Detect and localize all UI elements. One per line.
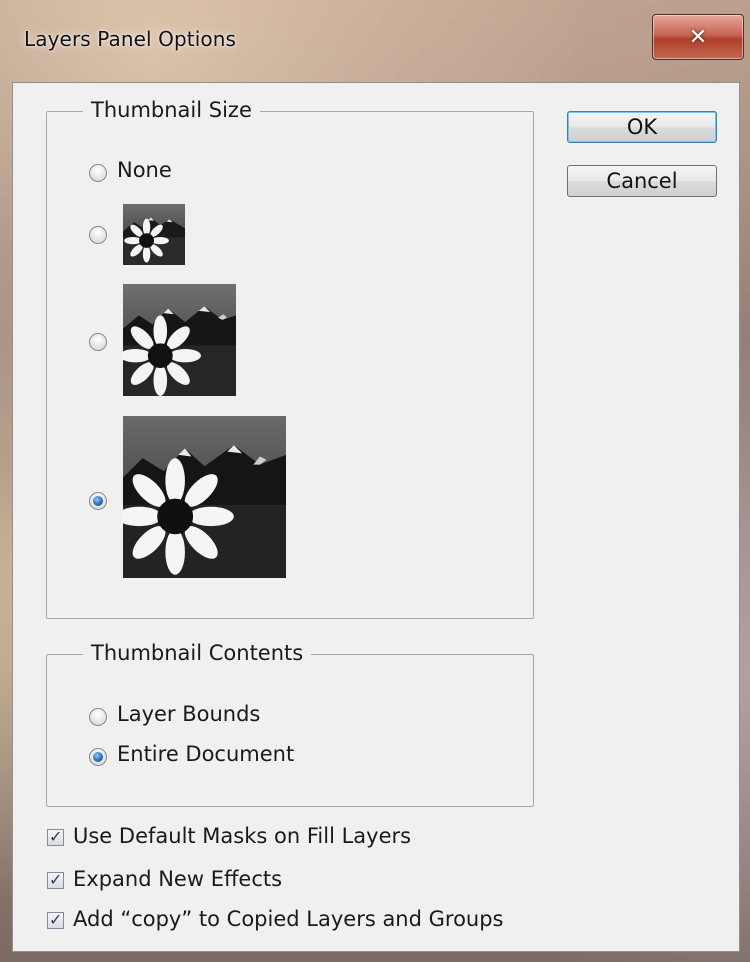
- thumbnail-contents-group: Thumbnail Contents Layer Bounds Entire D…: [46, 641, 534, 807]
- radio-entire-document[interactable]: [89, 748, 107, 766]
- checkbox-expand-effects-label[interactable]: Expand New Effects: [73, 867, 282, 891]
- radio-thumbnail-none-label[interactable]: None: [117, 158, 172, 182]
- window-title: Layers Panel Options: [24, 27, 237, 51]
- checkbox-add-copy[interactable]: ✓: [47, 910, 64, 929]
- dialog-window: Layers Panel Options ✕ Thumbnail Size No…: [0, 0, 750, 962]
- thumbnail-large-image[interactable]: [123, 416, 286, 578]
- radio-thumbnail-medium[interactable]: [89, 333, 107, 351]
- thumbnail-medium-image[interactable]: [123, 284, 236, 396]
- radio-thumbnail-none[interactable]: [89, 164, 107, 182]
- checkbox-expand-effects[interactable]: ✓: [47, 870, 64, 889]
- checkbox-add-copy-label[interactable]: Add “copy” to Copied Layers and Groups: [73, 907, 504, 931]
- checkmark-icon: ✓: [49, 827, 63, 846]
- close-button[interactable]: ✕: [652, 14, 744, 60]
- cancel-button[interactable]: Cancel: [567, 165, 717, 197]
- checkmark-icon: ✓: [49, 870, 63, 889]
- thumbnail-size-legend: Thumbnail Size: [83, 98, 260, 122]
- thumbnail-contents-legend: Thumbnail Contents: [83, 641, 312, 665]
- radio-layer-bounds-label[interactable]: Layer Bounds: [117, 702, 260, 726]
- close-icon: ✕: [688, 24, 708, 50]
- checkmark-icon: ✓: [49, 910, 63, 929]
- radio-thumbnail-small[interactable]: [89, 226, 107, 244]
- checkbox-default-masks-label[interactable]: Use Default Masks on Fill Layers: [73, 824, 411, 848]
- thumbnail-size-group: Thumbnail Size None: [46, 98, 534, 619]
- radio-thumbnail-large[interactable]: [89, 492, 107, 510]
- radio-entire-document-label[interactable]: Entire Document: [117, 742, 294, 766]
- dialog-client-area: Thumbnail Size None Thumbnail Contents L…: [12, 82, 740, 952]
- radio-layer-bounds[interactable]: [89, 708, 107, 726]
- thumbnail-small-image[interactable]: [123, 204, 185, 265]
- checkbox-default-masks[interactable]: ✓: [47, 827, 64, 846]
- title-bar[interactable]: Layers Panel Options ✕: [0, 0, 750, 80]
- ok-button[interactable]: OK: [567, 111, 717, 143]
